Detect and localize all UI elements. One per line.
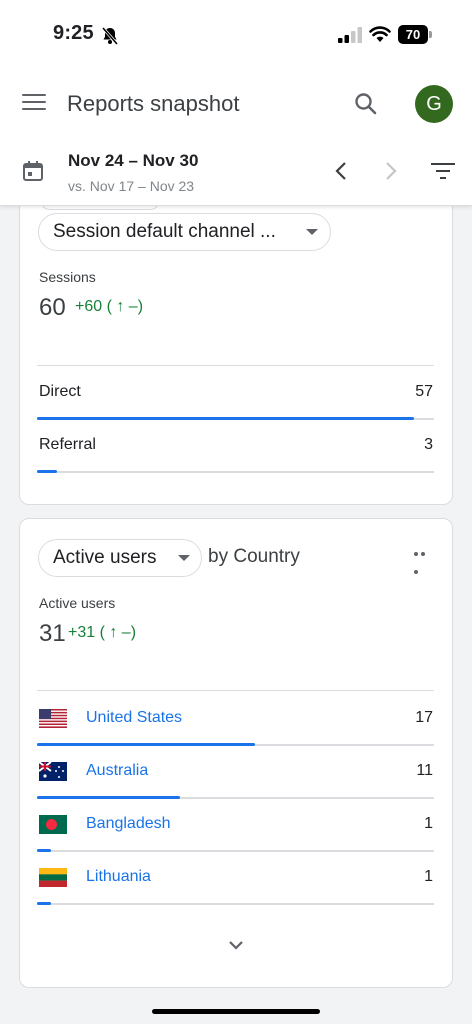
search-icon[interactable] [352, 90, 380, 118]
calendar-icon[interactable] [22, 160, 44, 182]
row-bar-fill [37, 470, 57, 473]
metric-delta: +60 ( ↑ –) [75, 298, 144, 315]
divider [37, 365, 434, 366]
row-value: 11 [416, 762, 433, 779]
row-bar-fill [37, 796, 180, 799]
app-bar: Reports snapshot G [0, 72, 472, 138]
metric-label: Active users [39, 595, 116, 611]
metric-dropdown[interactable]: Active users [38, 539, 202, 577]
row-bar [37, 796, 434, 799]
us-flag-icon [39, 709, 67, 728]
filter-icon[interactable] [431, 162, 455, 180]
battery-icon: 70 [398, 25, 432, 44]
date-range-bar: Nov 24 – Nov 30 vs. Nov 17 – Nov 23 [0, 138, 472, 206]
status-bar: 9:25 70 [0, 0, 472, 72]
row-label: Direct [39, 383, 81, 400]
row-bar [37, 743, 434, 746]
comparison-range: vs. Nov 17 – Nov 23 [68, 178, 195, 194]
dimension-dropdown-label: Session default channel ... [53, 221, 276, 242]
row-bar-fill [37, 743, 256, 746]
divider [37, 690, 434, 691]
date-range[interactable]: Nov 24 – Nov 30 [68, 151, 198, 171]
battery-level: 70 [398, 25, 428, 44]
au-flag-icon [39, 762, 67, 781]
row-label: Referral [39, 436, 96, 453]
page-title: Reports snapshot [67, 91, 240, 116]
country-link[interactable]: Bangladesh [86, 815, 171, 833]
country-link[interactable]: Lithuania [86, 868, 151, 886]
metric-delta: +31 ( ↑ –) [68, 624, 137, 641]
row-value: 17 [415, 709, 433, 726]
row-bar-fill [37, 849, 51, 852]
row-bar [37, 902, 434, 905]
status-time: 9:25 [53, 22, 94, 44]
chevron-right-icon[interactable] [380, 160, 400, 182]
country-link[interactable]: Australia [86, 762, 148, 780]
row-value: 3 [424, 436, 433, 453]
metric-label: Sessions [39, 269, 96, 285]
avatar[interactable]: G [415, 85, 453, 123]
caret-down-icon [306, 229, 318, 235]
row-bar [37, 417, 434, 420]
metric-value: 60 [39, 294, 66, 321]
more-options-icon[interactable] [414, 543, 434, 574]
country-card [19, 518, 453, 988]
bell-off-icon [101, 27, 119, 45]
metric-dropdown-label: Active users [53, 547, 157, 568]
wifi-icon [369, 26, 391, 42]
country-link[interactable]: United States [86, 709, 182, 727]
row-value: 1 [424, 868, 433, 885]
chevron-down-icon[interactable] [226, 938, 246, 952]
metric-value: 31 [39, 620, 66, 647]
by-country-label: by Country [208, 546, 300, 567]
chevron-left-icon[interactable] [332, 160, 352, 182]
caret-down-icon [178, 555, 190, 561]
lt-flag-icon [39, 868, 67, 887]
row-value: 1 [424, 815, 433, 832]
row-bar-fill [37, 902, 51, 905]
bd-flag-icon [39, 815, 67, 834]
cellular-signal-icon [338, 27, 362, 43]
dimension-dropdown[interactable]: Session default channel ... [38, 213, 331, 251]
row-bar [37, 470, 434, 473]
row-bar [37, 849, 434, 852]
home-indicator [152, 1009, 320, 1014]
row-value: 57 [415, 383, 433, 400]
menu-icon[interactable] [22, 94, 46, 114]
row-bar-fill [37, 417, 415, 420]
